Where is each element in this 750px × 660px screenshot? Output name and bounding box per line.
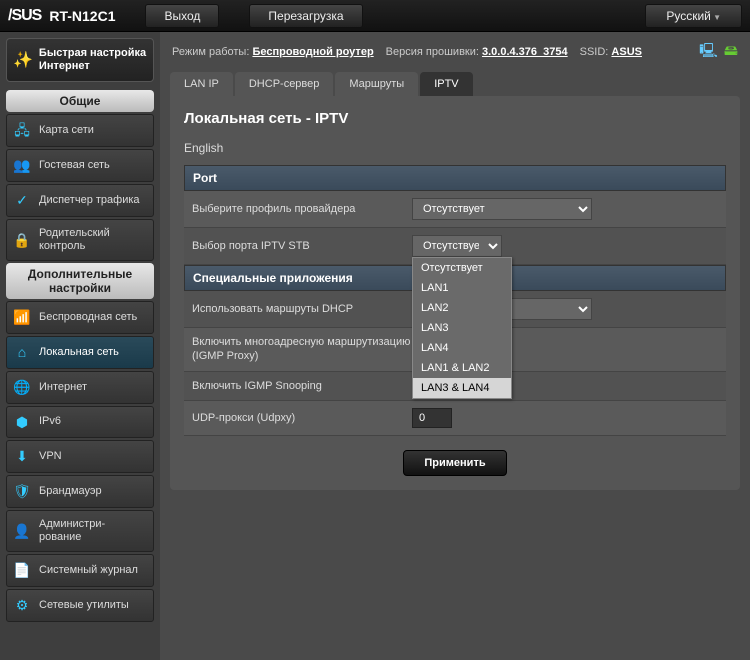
stb-port-label: Выбор порта IPTV STB — [192, 240, 310, 252]
usb-icon[interactable]: 🖴 — [724, 40, 738, 64]
sidebar-item-wireless[interactable]: 📶 Беспроводная сеть — [6, 301, 154, 334]
igmp-snoop-label: Включить IGMP Snooping — [192, 379, 412, 393]
stb-option[interactable]: LAN3 — [413, 318, 511, 338]
clients-icon[interactable]: 🖳 — [699, 40, 718, 64]
sidebar-item-label: Родительский контроль — [39, 227, 147, 253]
sidebar-item-vpn[interactable]: ⬇ VPN — [6, 440, 154, 473]
sidebar-item-fw[interactable]: 🛡 Брандмауэр — [6, 475, 154, 508]
lan-icon: ⌂ — [13, 344, 31, 361]
wan-icon: 🌐 — [13, 379, 31, 396]
sidebar-item-label: Системный журнал — [39, 564, 138, 577]
model-label: RT-N12C1 — [49, 8, 115, 24]
wand-icon: ✨ — [13, 50, 33, 70]
tab-lanip[interactable]: LAN IP — [170, 72, 233, 96]
profile-label: Выберите профиль провайдера — [192, 202, 412, 216]
fw-icon: 🛡 — [13, 483, 31, 500]
ssid-link[interactable]: ASUS — [611, 46, 642, 58]
sidebar-item-label: Локальная сеть — [39, 346, 119, 359]
parental-icon: 🔒 — [13, 232, 31, 249]
admin-icon: 👤 — [13, 523, 31, 540]
language-select[interactable]: Русский — [645, 4, 742, 28]
tab-iptv[interactable]: IPTV — [420, 72, 472, 96]
sidebar-item-label: Гостевая сеть — [39, 159, 110, 172]
stb-port-dropdown: ОтсутствуетLAN1LAN2LAN3LAN4LAN1 & LAN2LA… — [412, 257, 512, 399]
wireless-icon: 📶 — [13, 309, 31, 326]
tab-dhcp[interactable]: DHCP-сервер — [235, 72, 334, 96]
op-mode[interactable]: Беспроводной роутер — [252, 46, 373, 58]
ipv6-icon: ⬢ — [13, 414, 31, 431]
sidebar-item-ipv6[interactable]: ⬢ IPv6 — [6, 406, 154, 439]
quick-setup-label: Быстрая настройка Интернет — [39, 47, 147, 73]
stb-port-select[interactable]: Отсутствует — [412, 235, 502, 257]
sidebar-item-label: Брандмауэр — [39, 485, 102, 498]
stb-option[interactable]: LAN1 — [413, 278, 511, 298]
sidebar-item-log[interactable]: 📄 Системный журнал — [6, 554, 154, 587]
tab-route[interactable]: Маршруты — [335, 72, 418, 96]
traffic-icon: ✓ — [13, 192, 31, 209]
sidebar-item-wan[interactable]: 🌐 Интернет — [6, 371, 154, 404]
quick-setup-button[interactable]: ✨ Быстрая настройка Интернет — [6, 38, 154, 82]
info-bar: Режим работы: Беспроводной роутер Версия… — [160, 32, 750, 72]
sidebar-item-admin[interactable]: 👤 Администри-рование — [6, 510, 154, 552]
stb-option[interactable]: LAN1 & LAN2 — [413, 358, 511, 378]
sidebar-item-label: Диспетчер трафика — [39, 194, 140, 207]
sidebar-item-label: Сетевые утилиты — [39, 599, 129, 612]
profile-select[interactable]: Отсутствует — [412, 198, 592, 220]
vpn-icon: ⬇ — [13, 448, 31, 465]
map-icon: 🖧 — [13, 122, 31, 139]
sidebar-item-label: VPN — [39, 450, 62, 463]
brand-logo: /SUS — [8, 7, 41, 25]
stb-option[interactable]: LAN4 — [413, 338, 511, 358]
log-icon: 📄 — [13, 562, 31, 579]
sidebar-item-guest[interactable]: 👥 Гостевая сеть — [6, 149, 154, 182]
logout-button[interactable]: Выход — [145, 4, 219, 28]
stb-option[interactable]: LAN3 & LAN4 — [413, 378, 511, 398]
udp-proxy-label: UDP-прокси (Udpxy) — [192, 411, 412, 425]
section-general: Общие — [6, 90, 154, 112]
igmp-proxy-label: Включить многоадресную маршрутизацию (IG… — [192, 335, 412, 364]
stb-option[interactable]: Отсутствует — [413, 258, 511, 278]
sidebar-item-map[interactable]: 🖧 Карта сети — [6, 114, 154, 147]
fw-version[interactable]: 3.0.0.4.376_3754 — [482, 46, 568, 58]
panel-title: Локальная сеть - IPTV — [184, 110, 726, 127]
sidebar-item-lan[interactable]: ⌂ Локальная сеть — [6, 336, 154, 369]
section-advanced: Дополнительные настройки — [6, 263, 154, 299]
tools-icon: ⚙ — [13, 597, 31, 614]
reboot-button[interactable]: Перезагрузка — [249, 4, 362, 28]
sidebar-item-parental[interactable]: 🔒 Родительский контроль — [6, 219, 154, 261]
stb-option[interactable]: LAN2 — [413, 298, 511, 318]
sidebar-item-label: IPv6 — [39, 415, 61, 428]
udp-proxy-input[interactable] — [412, 408, 452, 428]
panel-subtitle: English — [184, 141, 726, 155]
sidebar-item-label: Администри-рование — [39, 518, 147, 544]
guest-icon: 👥 — [13, 157, 31, 174]
sidebar-item-label: Беспроводная сеть — [39, 311, 137, 324]
sidebar-item-label: Интернет — [39, 381, 87, 394]
apply-button[interactable]: Применить — [403, 450, 506, 476]
sidebar: ✨ Быстрая настройка Интернет Общие 🖧 Карт… — [0, 32, 160, 660]
sidebar-item-tools[interactable]: ⚙ Сетевые утилиты — [6, 589, 154, 622]
dhcp-routes-label: Использовать маршруты DHCP — [192, 302, 412, 316]
sidebar-item-traffic[interactable]: ✓ Диспетчер трафика — [6, 184, 154, 217]
sidebar-item-label: Карта сети — [39, 124, 94, 137]
section-port: Port — [184, 165, 726, 191]
